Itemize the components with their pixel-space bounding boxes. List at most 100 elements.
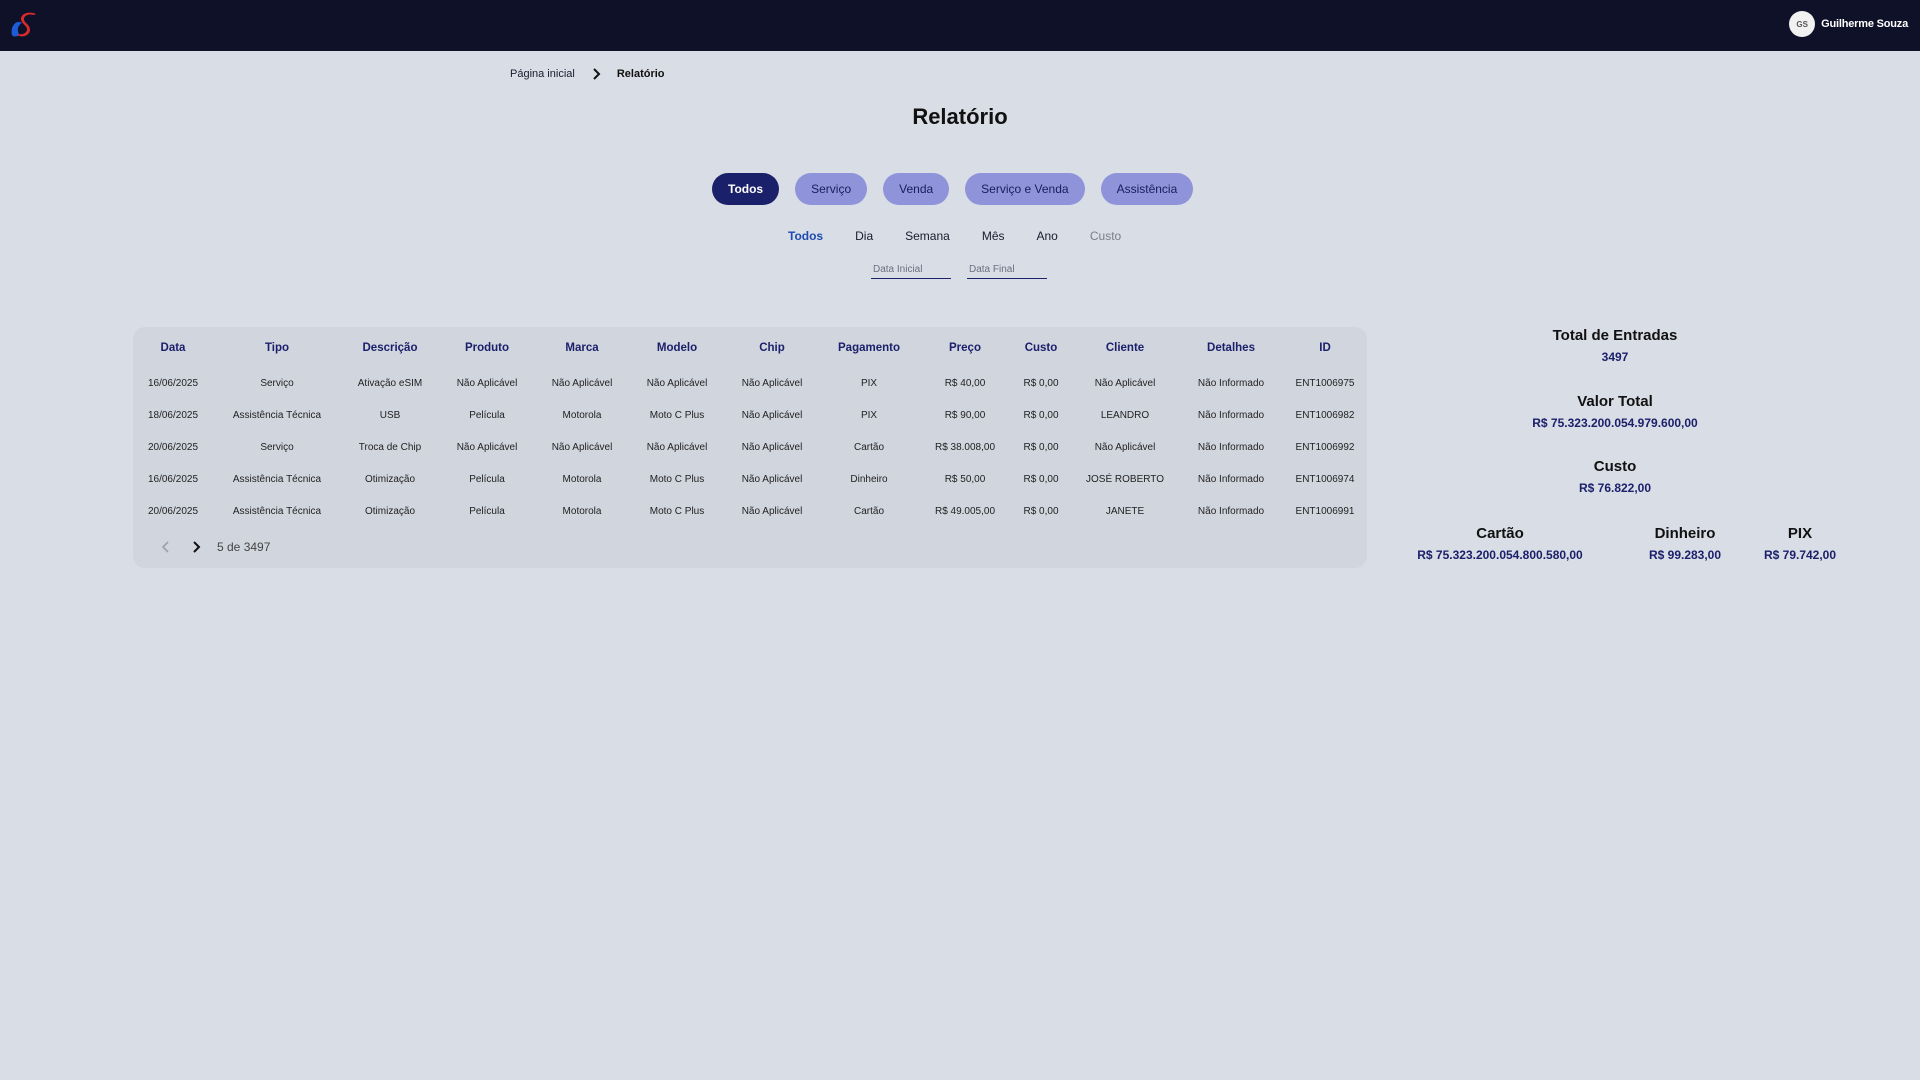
table-cell: Assistência Técnica	[232, 409, 322, 421]
pagination-status: 5 de 3497	[217, 540, 271, 554]
period-ano-tab[interactable]: Ano	[1037, 229, 1090, 243]
total-value-stat: Valor Total R$ 75.323.200.054.979.600,00	[1380, 393, 1850, 430]
table-cell: Moto C Plus	[649, 409, 705, 421]
logo-icon[interactable]	[8, 9, 42, 41]
table-cell: Não Aplicável	[1094, 377, 1156, 389]
table-cell: R$ 40,00	[944, 377, 986, 389]
breadcrumb-home-link[interactable]: Página inicial	[510, 68, 575, 80]
table-cell: Não Aplicável	[456, 377, 518, 389]
filter-todos-button[interactable]: Todos	[712, 173, 780, 205]
table-row[interactable]: 20/06/2025 Assistência Técnica Otimizaçã…	[133, 495, 1367, 527]
end-date-input[interactable]	[967, 261, 1047, 279]
report-table: Data Tipo Descrição Produto Marca Modelo…	[133, 327, 1367, 527]
next-page-button[interactable]	[181, 537, 211, 557]
table-cell: Assistência Técnica	[232, 473, 322, 485]
column-header[interactable]: Produto	[439, 327, 535, 367]
table-cell: Assistência Técnica	[232, 505, 322, 517]
period-semana-tab[interactable]: Semana	[905, 229, 982, 243]
start-date-input[interactable]	[871, 261, 951, 279]
cost-value: R$ 76.822,00	[1578, 481, 1652, 495]
table-cell: 16/06/2025	[147, 473, 199, 485]
payment-value: R$ 79.742,00	[1763, 548, 1837, 562]
total-value-label: Valor Total	[1577, 393, 1653, 410]
column-header[interactable]: Descrição	[341, 327, 439, 367]
breadcrumb: Página inicial Relatório	[510, 68, 665, 80]
table-cell: Película	[469, 409, 505, 421]
type-filter-group: Todos Serviço Venda Serviço e Venda Assi…	[712, 173, 1194, 205]
table-cell: Não Informado	[1197, 473, 1265, 485]
table-cell: Não Aplicável	[741, 409, 803, 421]
period-custo-tab[interactable]: Custo	[1090, 229, 1137, 243]
table-cell: ENT1006992	[1295, 441, 1355, 453]
payment-label: Dinheiro	[1654, 525, 1716, 542]
user-menu[interactable]: GS Guilherme Souza	[1789, 11, 1908, 37]
table-cell: Película	[469, 473, 505, 485]
payment-label: Cartão	[1476, 525, 1524, 542]
table-cell: Não Aplicável	[741, 505, 803, 517]
payment-pix-stat: PIX R$ 79.742,00	[1750, 525, 1850, 562]
table-cell: ENT1006975	[1295, 377, 1355, 389]
period-mes-tab[interactable]: Mês	[982, 229, 1037, 243]
table-cell: USB	[379, 409, 401, 421]
table-cell: R$ 0,00	[1023, 377, 1059, 389]
total-entries-label: Total de Entradas	[1552, 327, 1678, 344]
table-cell: R$ 50,00	[944, 473, 986, 485]
table-cell: Serviço	[260, 441, 294, 453]
table-cell: Não Informado	[1197, 441, 1265, 453]
table-cell: 18/06/2025	[147, 409, 199, 421]
table-header-row: Data Tipo Descrição Produto Marca Modelo…	[133, 327, 1367, 367]
table-cell: Não Aplicável	[741, 377, 803, 389]
table-cell: 20/06/2025	[147, 441, 199, 453]
period-todos-tab[interactable]: Todos	[788, 229, 855, 243]
previous-page-button[interactable]	[151, 537, 181, 557]
table-row[interactable]: 20/06/2025 Serviço Troca de Chip Não Apl…	[133, 431, 1367, 463]
column-header[interactable]: Data	[133, 327, 213, 367]
table-cell: Cartão	[853, 441, 884, 453]
column-header[interactable]: Tipo	[213, 327, 341, 367]
column-header[interactable]: Pagamento	[819, 327, 919, 367]
table-cell: 20/06/2025	[147, 505, 199, 517]
table-cell: ENT1006991	[1295, 505, 1355, 517]
table-cell: Não Aplicável	[741, 441, 803, 453]
column-header[interactable]: Chip	[725, 327, 819, 367]
period-dia-tab[interactable]: Dia	[855, 229, 905, 243]
filter-venda-button[interactable]: Venda	[883, 173, 950, 205]
table-row[interactable]: 18/06/2025 Assistência Técnica USB Pelíc…	[133, 399, 1367, 431]
table-cell: Não Aplicável	[551, 441, 613, 453]
user-name[interactable]: Guilherme Souza	[1821, 18, 1908, 30]
column-header[interactable]: Modelo	[629, 327, 725, 367]
total-entries-stat: Total de Entradas 3497	[1380, 327, 1850, 364]
table-cell: Não Informado	[1197, 377, 1265, 389]
table-cell: Não Aplicável	[646, 441, 708, 453]
table-row[interactable]: 16/06/2025 Serviço Ativação eSIM Não Apl…	[133, 367, 1367, 399]
table-cell: Não Aplicável	[456, 441, 518, 453]
table-cell: JANETE	[1105, 505, 1145, 517]
column-header[interactable]: Preço	[919, 327, 1011, 367]
table-cell: Não Aplicável	[646, 377, 708, 389]
table-cell: Motorola	[562, 505, 602, 517]
top-bar: GS Guilherme Souza	[0, 0, 1920, 51]
table-cell: Serviço	[260, 377, 294, 389]
table-cell: Não Aplicável	[1094, 441, 1156, 453]
column-header[interactable]: Detalhes	[1179, 327, 1283, 367]
table-row[interactable]: 16/06/2025 Assistência Técnica Otimizaçã…	[133, 463, 1367, 495]
payment-value: R$ 75.323.200.054.800.580,00	[1417, 548, 1583, 562]
date-range	[871, 261, 1047, 279]
table-cell: Moto C Plus	[649, 505, 705, 517]
table-cell: JOSÉ ROBERTO	[1086, 473, 1164, 485]
table-cell: Não Informado	[1197, 505, 1265, 517]
table-cell: Não Aplicável	[741, 473, 803, 485]
column-header[interactable]: Cliente	[1071, 327, 1179, 367]
column-header[interactable]: Marca	[535, 327, 629, 367]
table-cell: R$ 90,00	[944, 409, 986, 421]
table-cell: R$ 49.005,00	[934, 505, 996, 517]
table-cell: R$ 0,00	[1023, 409, 1059, 421]
filter-servico-e-venda-button[interactable]: Serviço e Venda	[965, 173, 1085, 205]
breadcrumb-current: Relatório	[616, 68, 665, 80]
column-header[interactable]: ID	[1283, 327, 1367, 367]
filter-assistencia-button[interactable]: Assistência	[1100, 173, 1194, 205]
table-cell: Motorola	[562, 409, 602, 421]
avatar[interactable]: GS	[1789, 11, 1816, 37]
column-header[interactable]: Custo	[1011, 327, 1071, 367]
filter-servico-button[interactable]: Serviço	[795, 173, 868, 205]
